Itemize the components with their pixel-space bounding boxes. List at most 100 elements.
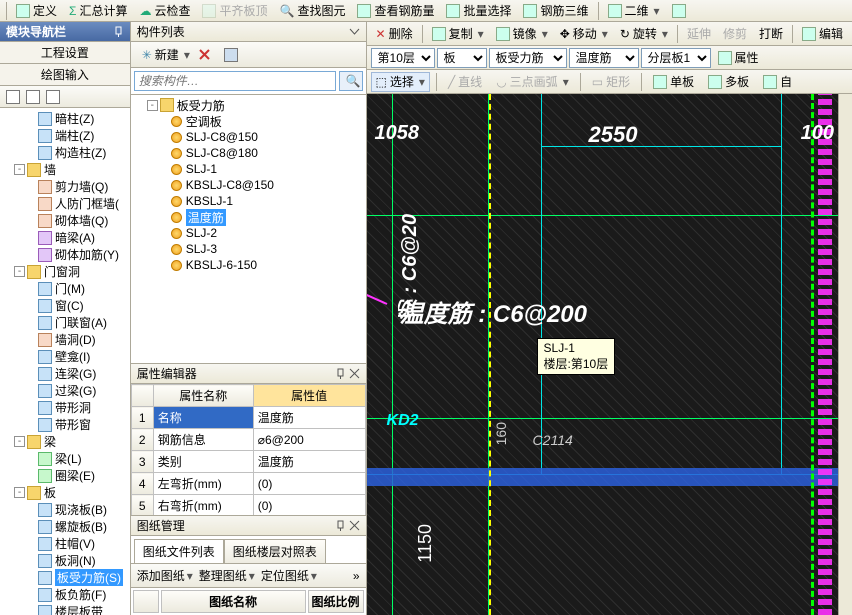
tree-node[interactable]: 板受力筋(S) [2, 569, 130, 586]
tree-node[interactable]: 剪力墙(Q) [2, 178, 130, 195]
property-row[interactable]: 2钢筋信息⌀6@200 [131, 429, 365, 451]
tree-node[interactable]: 端柱(Z) [2, 127, 130, 144]
tree-node[interactable]: 门联窗(A) [2, 314, 130, 331]
tree-node[interactable]: 窗(C) [2, 297, 130, 314]
tree-node[interactable]: -梁 [2, 433, 130, 450]
tree-node[interactable]: 楼层板带 [2, 603, 130, 615]
tool-overflow[interactable] [667, 1, 691, 21]
btn-locate-drawing[interactable]: 定位图纸 [261, 567, 317, 584]
btn-select[interactable]: ⬚ 选择 [371, 72, 430, 92]
delete-icon[interactable] [199, 49, 210, 60]
tree-node[interactable]: 圈梁(E) [2, 467, 130, 484]
tool-rebar3d[interactable]: 钢筋三维 [518, 1, 593, 21]
nav-collapse-icon[interactable] [26, 90, 40, 104]
close-icon[interactable] [349, 520, 360, 531]
drawing-canvas[interactable]: 1058 2550 100 筋 : C6@20 温度筋 : C6@200 KD2… [367, 94, 838, 615]
nav-tree[interactable]: 暗柱(Z)端柱(Z)构造柱(Z)-墙剪力墙(Q)人防门框墙(砌体墙(Q)暗梁(A… [0, 108, 130, 615]
tool-rebarqty[interactable]: 查看钢筋量 [352, 1, 439, 21]
btn-copy[interactable]: 复制 [427, 24, 489, 44]
tree-node[interactable]: 过梁(G) [2, 382, 130, 399]
btn-rotate[interactable]: ↻ 旋转 [615, 24, 673, 44]
tool-cloudcheck[interactable]: ☁ 云检查 [134, 1, 195, 21]
tree-node[interactable]: -门窗洞 [2, 263, 130, 280]
btn-property[interactable]: 属性 [713, 48, 764, 68]
tree-node[interactable]: 构造柱(Z) [2, 144, 130, 161]
tree-node[interactable]: 板洞(N) [2, 552, 130, 569]
btn-sort-drawing[interactable]: 整理图纸 [199, 567, 255, 584]
tool-batchsel[interactable]: 批量选择 [441, 1, 516, 21]
nav-project-settings[interactable]: 工程设置 [0, 42, 130, 64]
component-item[interactable]: SLJ-1 [135, 161, 366, 177]
tool-findentity[interactable]: 🔍查找图元 [274, 1, 350, 21]
select-item[interactable]: 温度筋 [569, 48, 639, 68]
select-layer[interactable]: 分层板1 [641, 48, 711, 68]
tree-node[interactable]: 螺旋板(B) [2, 518, 130, 535]
copy-icon[interactable] [224, 48, 238, 62]
close-icon[interactable] [349, 368, 360, 379]
tool-define[interactable]: 定义 [11, 1, 62, 21]
property-row[interactable]: 4左弯折(mm)(0) [131, 473, 365, 495]
property-row[interactable]: 5右弯折(mm)(0) [131, 495, 365, 516]
tree-node[interactable]: 砌体墙(Q) [2, 212, 130, 229]
btn-add-drawing[interactable]: 添加图纸 [137, 567, 193, 584]
tree-node[interactable]: 暗柱(Z) [2, 110, 130, 127]
new-component-button[interactable]: ✳ 新建 [137, 45, 195, 65]
select-sub[interactable]: 板受力筋 [489, 48, 567, 68]
btn-multi[interactable]: 多板 [703, 72, 754, 92]
property-row[interactable]: 3类别温度筋 [131, 451, 365, 473]
tree-node[interactable]: 砌体加筋(Y) [2, 246, 130, 263]
tree-node[interactable]: 连梁(G) [2, 365, 130, 382]
tree-node[interactable]: 墙洞(D) [2, 331, 130, 348]
tree-node[interactable]: 门(M) [2, 280, 130, 297]
tab-floormap[interactable]: 图纸楼层对照表 [224, 539, 326, 563]
select-floor[interactable]: 第10层 [371, 48, 435, 68]
component-item[interactable]: 空调板 [135, 113, 366, 129]
tree-node[interactable]: -板 [2, 484, 130, 501]
tool-2d[interactable]: 二维 [603, 1, 665, 21]
component-item[interactable]: SLJ-C8@150 [135, 129, 366, 145]
btn-move[interactable]: ✥ 移动 [555, 24, 613, 44]
component-item[interactable]: KBSLJ-6-150 [135, 257, 366, 273]
btn-custom[interactable]: 自 [758, 72, 797, 92]
tree-node[interactable]: 现浇板(B) [2, 501, 130, 518]
search-button[interactable]: 🔍 [339, 71, 363, 91]
btn-break[interactable]: 打断 [754, 24, 788, 44]
component-item[interactable]: 温度筋 [135, 209, 366, 225]
component-item[interactable]: SLJ-C8@180 [135, 145, 366, 161]
pin-icon[interactable] [113, 26, 124, 37]
nav-drawing-input[interactable]: 绘图输入 [0, 64, 130, 86]
tree-node[interactable]: -墙 [2, 161, 130, 178]
tree-node[interactable]: 人防门框墙( [2, 195, 130, 212]
component-item[interactable]: KBSLJ-1 [135, 193, 366, 209]
tree-node[interactable]: 带形窗 [2, 416, 130, 433]
btn-mirror[interactable]: 镜像 [491, 24, 553, 44]
btn-single[interactable]: 单板 [648, 72, 699, 92]
tree-node[interactable]: 壁龛(I) [2, 348, 130, 365]
tree-node[interactable]: 板负筋(F) [2, 586, 130, 603]
property-panel-title: 属性编辑器 [131, 364, 366, 384]
select-cat[interactable]: 板 [437, 48, 487, 68]
pin-icon[interactable] [335, 368, 346, 379]
btn-edit[interactable]: 编辑 [797, 24, 848, 44]
dim-1150: 1150 [415, 524, 436, 563]
component-tree[interactable]: -板受力筋空调板SLJ-C8@150SLJ-C8@180SLJ-1KBSLJ-C… [131, 95, 366, 363]
nav-filter-icon[interactable] [46, 90, 60, 104]
tab-filelist[interactable]: 图纸文件列表 [134, 539, 224, 563]
component-item[interactable]: SLJ-2 [135, 225, 366, 241]
nav-expand-icon[interactable] [6, 90, 20, 104]
tree-node[interactable]: 暗梁(A) [2, 229, 130, 246]
canvas-scrollbar-v[interactable] [838, 94, 852, 615]
property-row[interactable]: 1名称温度筋 [131, 407, 365, 429]
tree-node[interactable]: 带形洞 [2, 399, 130, 416]
dropdown-icon[interactable] [349, 26, 360, 37]
component-item[interactable]: KBSLJ-C8@150 [135, 177, 366, 193]
component-root[interactable]: -板受力筋 [135, 97, 366, 113]
tree-node[interactable]: 柱帽(V) [2, 535, 130, 552]
component-item[interactable]: SLJ-3 [135, 241, 366, 257]
btn-delete[interactable]: ✕ 删除 [371, 24, 418, 44]
pin-icon[interactable] [335, 520, 346, 531]
tree-node[interactable]: 梁(L) [2, 450, 130, 467]
property-grid[interactable]: 属性名称 属性值 1名称温度筋2钢筋信息⌀6@2003类别温度筋4左弯折(mm)… [131, 384, 366, 515]
component-search-input[interactable] [134, 71, 336, 91]
tool-sum[interactable]: Σ 汇总计算 [64, 1, 132, 21]
